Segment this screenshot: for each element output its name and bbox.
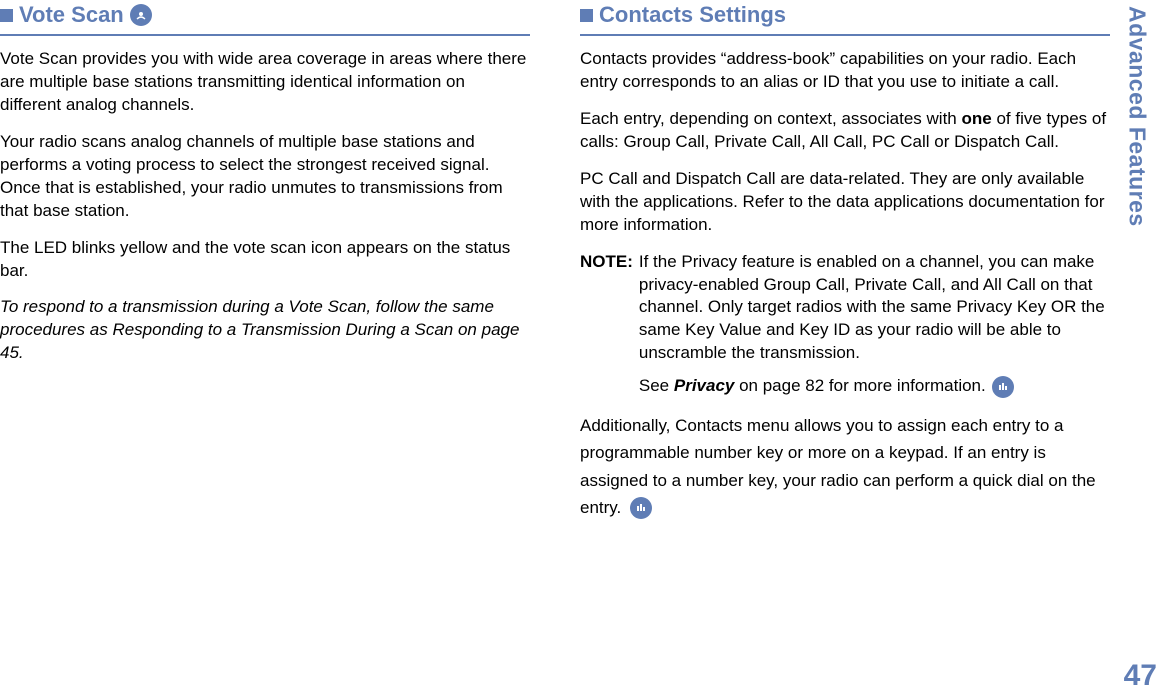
contacts-paragraph-4: Additionally, Contacts menu allows you t…	[580, 412, 1110, 521]
note-body: If the Privacy feature is enabled on a c…	[639, 251, 1110, 399]
text-span: See	[639, 376, 674, 395]
heading-row-contacts: Contacts Settings	[580, 2, 1110, 28]
contacts-paragraph-1: Contacts provides “address-book” capabil…	[580, 48, 1110, 94]
left-column: Vote Scan Vote Scan provides you with wi…	[0, 0, 530, 535]
vote-scan-icon	[130, 4, 152, 26]
heading-vote-scan: Vote Scan	[19, 2, 124, 28]
privacy-link-text: Privacy	[674, 376, 735, 395]
note-see-line: See Privacy on page 82 for more informat…	[639, 375, 1110, 398]
text-span: on page 82 for more information.	[734, 376, 985, 395]
note-label: NOTE:	[580, 251, 633, 274]
section-bullet-icon	[0, 9, 13, 22]
right-column: Contacts Settings Contacts provides “add…	[580, 0, 1110, 535]
vote-scan-paragraph-2: Your radio scans analog channels of mult…	[0, 131, 530, 223]
heading-rule	[0, 34, 530, 36]
digital-mode-icon	[630, 497, 652, 519]
side-title-container: Advanced Features	[1117, 0, 1157, 699]
vote-scan-paragraph-3: The LED blinks yellow and the vote scan …	[0, 237, 530, 283]
text-span: Additionally, Contacts menu allows you t…	[580, 416, 1096, 517]
contacts-paragraph-3: PC Call and Dispatch Call are data-relat…	[580, 168, 1110, 237]
vote-scan-paragraph-4: To respond to a transmission during a Vo…	[0, 296, 530, 365]
note-block: NOTE: If the Privacy feature is enabled …	[580, 251, 1110, 399]
heading-contacts-settings: Contacts Settings	[599, 2, 786, 28]
page: Vote Scan Vote Scan provides you with wi…	[0, 0, 1163, 699]
digital-mode-icon	[992, 376, 1014, 398]
note-text: If the Privacy feature is enabled on a c…	[639, 252, 1105, 363]
text-span: Each entry, depending on context, associ…	[580, 109, 961, 128]
columns: Vote Scan Vote Scan provides you with wi…	[0, 0, 1113, 535]
heading-rule	[580, 34, 1110, 36]
side-title: Advanced Features	[1124, 6, 1151, 227]
section-bullet-icon	[580, 9, 593, 22]
page-number: 47	[1124, 659, 1157, 693]
heading-row-vote-scan: Vote Scan	[0, 2, 530, 28]
bold-one: one	[961, 109, 991, 128]
vote-scan-paragraph-1: Vote Scan provides you with wide area co…	[0, 48, 530, 117]
contacts-paragraph-2: Each entry, depending on context, associ…	[580, 108, 1110, 154]
